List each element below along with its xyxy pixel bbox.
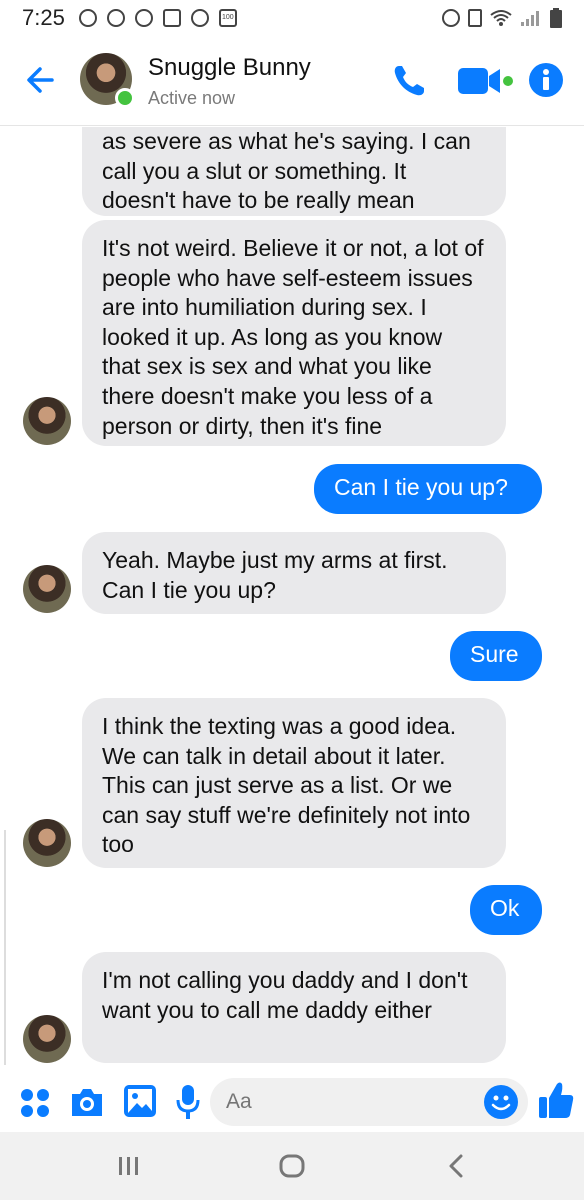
back-arrow-icon xyxy=(27,67,54,93)
message-input-container[interactable] xyxy=(210,1078,528,1126)
alarm-icon xyxy=(442,9,460,27)
message-bubble-incoming[interactable]: as severe as what he's saying. I can cal… xyxy=(82,127,506,216)
message-bubble-incoming[interactable]: I'm not calling you daddy and I don't wa… xyxy=(82,952,506,1063)
message-bubble-incoming[interactable]: It's not weird. Believe it or not, a lot… xyxy=(82,220,506,446)
phone-icon[interactable] xyxy=(390,62,428,100)
sender-avatar xyxy=(23,1015,71,1063)
wifi-icon xyxy=(490,10,512,26)
message-bubble-incoming[interactable]: Yeah. Maybe just my arms at first. Can I… xyxy=(82,532,506,614)
camera-icon[interactable] xyxy=(69,1086,105,1118)
system-icons xyxy=(442,8,562,28)
sender-avatar xyxy=(23,819,71,867)
online-indicator xyxy=(115,88,135,108)
apps-icon[interactable] xyxy=(20,1088,50,1118)
message-list[interactable]: as severe as what he's saying. I can cal… xyxy=(0,127,584,1072)
battery-saver-icon: 100 xyxy=(218,9,237,27)
message-composer xyxy=(0,1072,584,1132)
moon-icon xyxy=(134,9,153,27)
status-bar: 7:25 100 xyxy=(0,0,584,36)
alert-icon xyxy=(106,9,125,27)
info-icon[interactable] xyxy=(528,62,564,98)
alarm-icon xyxy=(78,9,97,27)
message-bubble-outgoing[interactable]: Ok xyxy=(470,885,542,935)
message-bubble-incoming[interactable]: I think the texting was a good idea. We … xyxy=(82,698,506,868)
conversation-header: Snuggle Bunny Active now xyxy=(0,36,584,126)
sender-avatar xyxy=(23,397,71,445)
battery-icon xyxy=(550,8,562,28)
home-icon[interactable] xyxy=(272,1150,312,1182)
video-call-icon[interactable] xyxy=(458,64,516,98)
notification-icons: 100 xyxy=(78,9,237,27)
scrollbar[interactable] xyxy=(0,830,6,1065)
image-icon xyxy=(162,9,181,27)
sender-avatar xyxy=(23,565,71,613)
back-icon[interactable] xyxy=(436,1150,476,1182)
signal-icon xyxy=(521,11,539,26)
do-not-disturb-icon xyxy=(190,9,209,27)
emoji-icon[interactable] xyxy=(484,1085,518,1119)
contact-avatar[interactable] xyxy=(80,53,135,108)
thumbs-up-icon[interactable] xyxy=(538,1080,574,1120)
message-bubble-outgoing[interactable]: Sure xyxy=(450,631,542,681)
gallery-icon[interactable] xyxy=(123,1084,157,1118)
message-input[interactable] xyxy=(226,1078,476,1126)
back-button[interactable] xyxy=(22,60,62,100)
contact-name[interactable]: Snuggle Bunny xyxy=(148,54,311,82)
recent-apps-icon[interactable] xyxy=(108,1150,148,1182)
status-time: 7:25 xyxy=(22,5,65,30)
microphone-icon[interactable] xyxy=(176,1084,200,1120)
mute-icon xyxy=(468,9,482,27)
system-navigation-bar xyxy=(0,1132,584,1200)
contact-status: Active now xyxy=(148,88,236,108)
message-bubble-outgoing[interactable]: Can I tie you up? xyxy=(314,464,542,514)
